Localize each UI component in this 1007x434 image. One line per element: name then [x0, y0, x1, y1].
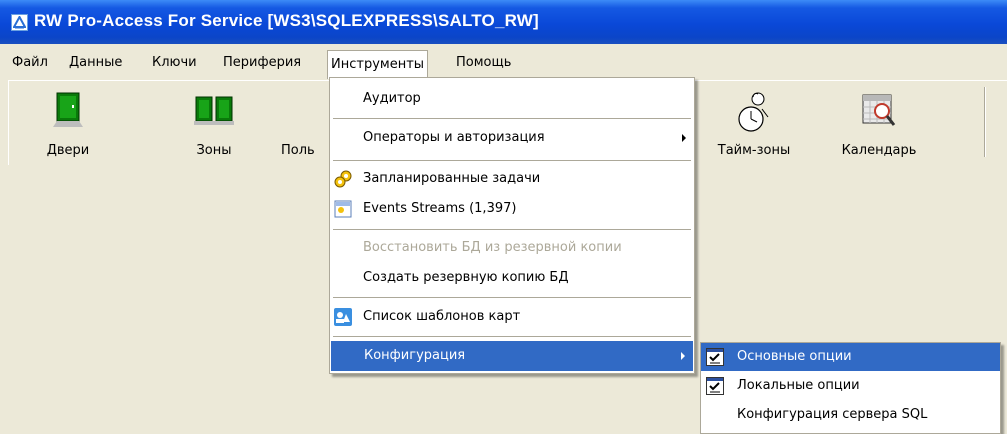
submenu-item-sql-server-config[interactable]: Конфигурация сервера SQL	[701, 401, 1000, 429]
toolbar-doors-label: Двери	[46, 143, 90, 158]
submenu-arrow-icon	[682, 134, 686, 142]
tools-menu-dropdown: Аудитор Операторы и авторизация Запланир…	[329, 77, 695, 374]
submenu-item-label: Конфигурация сервера SQL	[737, 407, 928, 422]
toolbar-zones-label: Зоны	[196, 143, 232, 158]
menu-item-label: Конфигурация	[364, 348, 466, 363]
menu-keys[interactable]: Ключи	[149, 52, 200, 76]
menu-item-events-streams[interactable]: Events Streams (1,397)	[330, 194, 694, 224]
scheduled-tasks-icon	[334, 170, 352, 188]
clock-person-icon	[736, 91, 772, 139]
toolbar-separator	[984, 87, 986, 157]
app-logo-icon[interactable]	[11, 14, 28, 31]
toolbar-calendar-button[interactable]: Календарь	[829, 81, 929, 161]
menu-item-backup-db[interactable]: Создать резервную копию БД	[330, 263, 694, 293]
menu-item-label: Events Streams (1,397)	[363, 201, 517, 216]
submenu-item-label: Локальные опции	[737, 378, 860, 393]
menu-item-card-templates[interactable]: Список шаблонов карт	[330, 302, 694, 332]
submenu-item-local-options[interactable]: Локальные опции	[701, 372, 1000, 400]
submenu-item-label: Основные опции	[737, 349, 852, 364]
menu-file[interactable]: Файл	[9, 52, 51, 76]
submenu-arrow-icon	[681, 352, 685, 360]
menu-separator	[333, 297, 691, 298]
menu-item-label: Аудитор	[363, 91, 421, 106]
title-bar[interactable]: RW Pro-Access For Service [WS3\SQLEXPRES…	[0, 0, 1007, 44]
menu-data[interactable]: Данные	[66, 52, 125, 76]
checklist-icon	[706, 348, 724, 366]
menu-item-label: Создать резервную копию БД	[363, 270, 569, 285]
calendar-icon	[860, 91, 898, 135]
menu-item-label: Операторы и авторизация	[363, 130, 545, 145]
menu-item-label: Запланированные задачи	[363, 171, 541, 186]
toolbar-zones-button[interactable]: Зоны	[169, 81, 259, 161]
toolbar-timezones-button[interactable]: Тайм-зоны	[709, 81, 799, 161]
card-templates-icon	[334, 308, 352, 326]
menu-peripherals[interactable]: Периферия	[220, 52, 304, 76]
menu-tools[interactable]: Инструменты	[327, 50, 429, 79]
menu-item-label: Восстановить БД из резервной копии	[363, 240, 622, 255]
events-streams-icon	[334, 200, 352, 218]
menu-bar: Файл Данные Ключи Периферия Инструменты …	[0, 44, 1007, 79]
window-title: RW Pro-Access For Service [WS3\SQLEXPRES…	[34, 11, 539, 30]
toolbar-doors-button[interactable]: Двери	[23, 81, 113, 161]
configuration-submenu: Основные опции Локальные опции Конфигура…	[700, 342, 1001, 434]
menu-item-restore-db: Восстановить БД из резервной копии	[330, 233, 694, 263]
menu-separator	[333, 336, 691, 337]
checklist-icon	[706, 377, 724, 395]
menu-item-scheduled-tasks[interactable]: Запланированные задачи	[330, 164, 694, 194]
menu-item-auditor[interactable]: Аудитор	[330, 84, 694, 114]
menu-item-label: Список шаблонов карт	[363, 309, 521, 324]
door-icon	[53, 91, 83, 131]
menu-item-operators-authorization[interactable]: Операторы и авторизация	[330, 123, 694, 153]
submenu-item-main-options[interactable]: Основные опции	[701, 343, 1000, 371]
zones-icon	[194, 91, 234, 131]
toolbar-timezones-label: Тайм-зоны	[717, 143, 791, 158]
menu-separator	[333, 118, 691, 119]
menu-separator	[333, 229, 691, 230]
menu-help[interactable]: Помощь	[453, 52, 514, 76]
toolbar-calendar-label: Календарь	[841, 143, 917, 158]
menu-item-configuration[interactable]: Конфигурация	[331, 341, 693, 371]
menu-separator	[333, 160, 691, 161]
